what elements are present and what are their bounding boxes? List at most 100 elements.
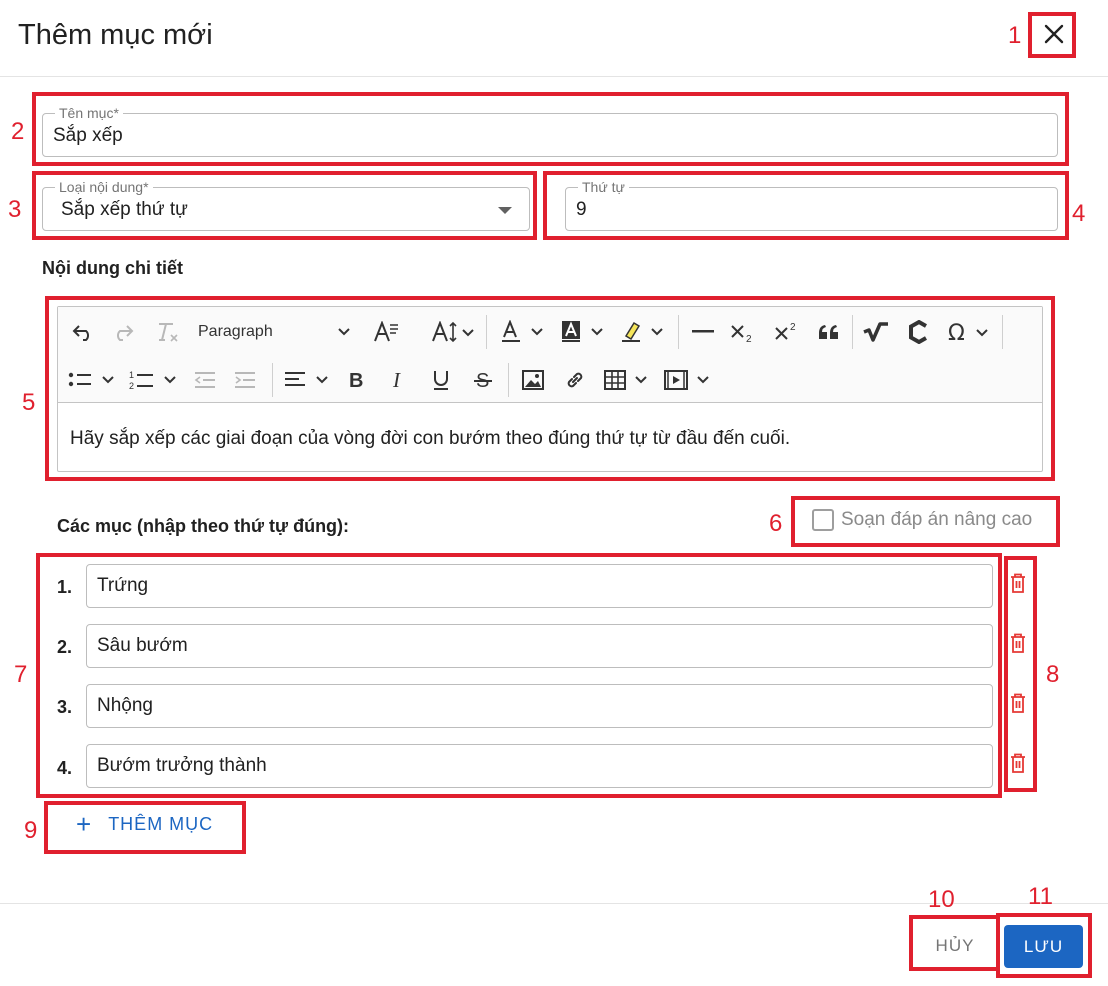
align-left-icon [283, 370, 333, 390]
chemistry-formula-button[interactable] [904, 317, 934, 347]
content-type-select[interactable]: Loại nội dung* Sắp xếp thứ tự [42, 179, 530, 231]
plus-icon: + [76, 809, 93, 839]
name-field[interactable]: Tên mục* Sắp xếp [42, 105, 1058, 157]
chemistry-icon [907, 320, 931, 344]
superscript-button[interactable]: 2 [772, 317, 802, 347]
svg-text:I: I [392, 370, 401, 390]
insert-image-button[interactable] [518, 365, 548, 395]
dropdown-arrow-icon [498, 207, 512, 214]
bold-icon: B [348, 370, 366, 390]
underline-button[interactable] [426, 365, 456, 395]
trash-icon [1010, 693, 1026, 718]
background-color-icon [560, 320, 608, 344]
paragraph-style-label: Paragraph [198, 323, 273, 340]
delete-item-button[interactable] [1008, 753, 1028, 777]
annotation-number: 4 [1072, 200, 1086, 227]
link-icon [564, 369, 586, 391]
media-icon [664, 370, 714, 390]
item-input[interactable]: Trứng [86, 564, 993, 608]
indent-icon [233, 370, 257, 390]
rich-text-editor[interactable]: Paragraph 2 2 Ω 1 2 B I S Hãy sắp xếp cá… [57, 306, 1043, 472]
horizontal-line-button[interactable] [688, 317, 718, 347]
toolbar-separator [678, 315, 679, 349]
advanced-answer-label[interactable]: Soạn đáp án nâng cao [841, 509, 1032, 531]
annotation-number: 7 [14, 661, 28, 688]
subscript-button[interactable]: 2 [728, 317, 758, 347]
annotation-number: 2 [11, 118, 25, 145]
font-size-icon [431, 321, 475, 343]
save-button[interactable]: LƯU [1004, 925, 1083, 968]
redo-button[interactable] [108, 317, 138, 347]
add-item-label: THÊM MỤC [108, 813, 214, 834]
undo-icon [72, 323, 94, 341]
omega-icon: Ω [947, 321, 995, 343]
annotation-number: 1 [1008, 22, 1022, 49]
special-characters-button[interactable]: Ω [946, 317, 996, 347]
numbered-list-icon: 12 [129, 369, 181, 391]
font-size-button[interactable] [430, 317, 476, 347]
delete-item-button[interactable] [1008, 693, 1028, 717]
svg-text:2: 2 [746, 334, 752, 343]
svg-text:1: 1 [129, 370, 134, 380]
annotation-number: 5 [22, 389, 36, 416]
insert-table-button[interactable] [604, 365, 654, 395]
font-family-icon [373, 321, 399, 343]
item-input[interactable]: Bướm trưởng thành [86, 744, 993, 788]
svg-text:2: 2 [790, 322, 796, 333]
annotation-number: 9 [24, 817, 38, 844]
bold-button[interactable]: B [342, 365, 372, 395]
cancel-button[interactable]: HỦY [918, 926, 992, 966]
remove-format-icon [155, 321, 179, 343]
bulleted-list-button[interactable] [66, 365, 120, 395]
bulleted-list-icon [67, 370, 119, 390]
order-field-value: 9 [576, 199, 587, 220]
remove-format-button[interactable] [152, 317, 182, 347]
item-number: 3. [57, 697, 73, 717]
italic-button[interactable]: I [384, 365, 414, 395]
outdent-icon [193, 370, 217, 390]
item-number: 1. [57, 577, 73, 597]
header-divider [0, 76, 1108, 77]
redo-icon [112, 323, 134, 341]
detail-title: Nội dung chi tiết [42, 258, 183, 278]
item-number: 2. [57, 637, 73, 657]
italic-icon: I [391, 370, 407, 390]
item-number: 4. [57, 758, 73, 778]
toolbar-separator [1002, 315, 1003, 349]
blockquote-button[interactable] [814, 317, 844, 347]
text-align-button[interactable] [282, 365, 334, 395]
close-button[interactable] [1036, 18, 1072, 54]
annotation-number: 11 [1028, 883, 1053, 910]
editor-toolbar: Paragraph 2 2 Ω 1 2 B I S [58, 307, 1042, 403]
highlight-button[interactable] [620, 317, 668, 347]
horizontal-line-icon [692, 330, 714, 334]
item-input[interactable]: Sâu bướm [86, 624, 993, 668]
advanced-answer-checkbox[interactable] [812, 509, 834, 531]
font-color-button[interactable] [500, 317, 548, 347]
content-type-label: Loại nội dung* [55, 179, 153, 195]
editor-content[interactable]: Hãy sắp xếp các giai đoạn của vòng đời c… [70, 428, 790, 450]
superscript-icon: 2 [774, 321, 800, 343]
trash-icon [1010, 633, 1026, 658]
background-color-button[interactable] [560, 317, 608, 347]
svg-text:Ω: Ω [948, 321, 965, 343]
strikethrough-button[interactable]: S [468, 365, 498, 395]
trash-icon [1010, 753, 1026, 778]
add-item-button[interactable]: + THÊM MỤC [76, 809, 214, 839]
outdent-button[interactable] [190, 365, 220, 395]
indent-button[interactable] [230, 365, 260, 395]
insert-link-button[interactable] [560, 365, 590, 395]
item-input[interactable]: Nhộng [86, 684, 993, 728]
delete-item-button[interactable] [1008, 633, 1028, 657]
subscript-icon: 2 [730, 321, 756, 343]
numbered-list-button[interactable]: 12 [128, 365, 182, 395]
insert-media-button[interactable] [664, 365, 714, 395]
font-family-button[interactable] [370, 317, 402, 347]
math-formula-button[interactable] [860, 317, 892, 347]
delete-item-button[interactable] [1008, 573, 1028, 597]
undo-button[interactable] [68, 317, 98, 347]
table-icon [604, 370, 654, 390]
highlight-icon [620, 320, 668, 344]
annotation-number: 3 [8, 196, 22, 223]
order-field[interactable]: Thứ tự 9 [565, 179, 1058, 231]
